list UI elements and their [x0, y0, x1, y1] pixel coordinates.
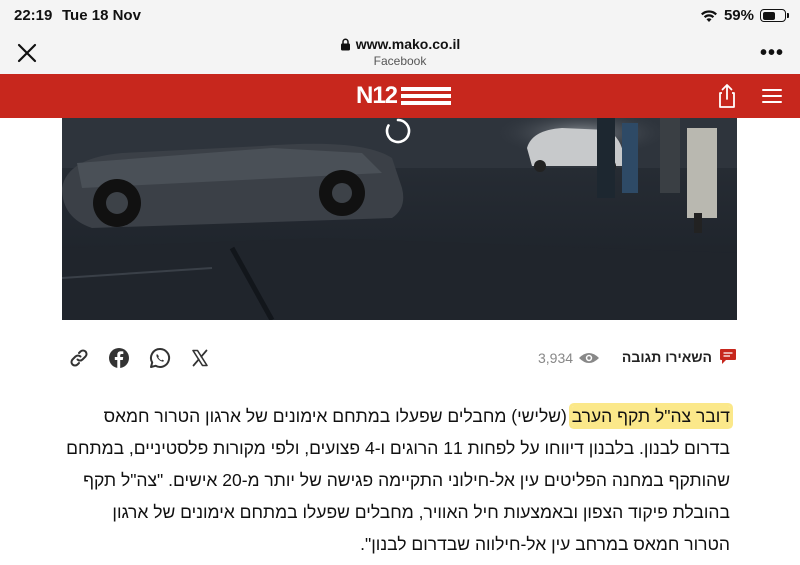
source-label: Facebook [373, 54, 427, 68]
x-icon[interactable] [189, 347, 211, 369]
video-frame [62, 118, 737, 320]
status-time: 22:19 [14, 7, 53, 24]
battery-percent: 59% [723, 7, 754, 24]
article-action-row: השאירו תגובה 3,934 [62, 344, 737, 374]
logo-text: N12 [356, 82, 398, 109]
view-count: 3,934 [538, 350, 600, 366]
site-header: N12 [0, 74, 800, 118]
comment-label: השאירו תגובה [621, 348, 712, 365]
lock-icon [340, 38, 350, 50]
close-icon[interactable] [14, 40, 40, 66]
link-icon[interactable] [68, 347, 90, 369]
eye-icon [579, 353, 600, 363]
video-player[interactable] [62, 118, 737, 320]
n12-logo[interactable]: N12 [356, 82, 452, 110]
article-body: דובר צה"ל תקף הערב (שלישי) מחבלים שפעלו … [62, 400, 730, 560]
leave-comment-link[interactable]: השאירו תגובה [622, 348, 737, 365]
share-icon[interactable] [714, 82, 740, 110]
wifi-icon [700, 9, 717, 22]
url-text: www.mako.co.il [355, 36, 461, 52]
facebook-icon[interactable] [108, 347, 130, 369]
status-date: Tue 18 Nov [62, 7, 141, 24]
browser-bar: www.mako.co.il Facebook ••• [0, 30, 800, 74]
comment-icon [720, 349, 736, 364]
view-count-value: 3,934 [538, 350, 574, 366]
whatsapp-icon[interactable] [149, 347, 171, 369]
hamburger-menu-icon[interactable] [760, 86, 784, 106]
address-bar[interactable]: www.mako.co.il Facebook [300, 36, 500, 68]
logo-stripes [401, 87, 452, 105]
more-options-button[interactable]: ••• [760, 42, 784, 65]
status-bar: 22:19 Tue 18 Nov 59% [0, 0, 800, 30]
battery-icon [760, 9, 789, 22]
article-paragraph: (שלישי) מחבלים שפעלו במתחם אימונים של אר… [66, 406, 730, 554]
loading-spinner-icon [385, 118, 411, 144]
highlighted-text[interactable]: דובר צה"ל תקף הערב [571, 406, 730, 426]
status-indicators: 59% [700, 7, 789, 24]
battery-level [762, 11, 775, 20]
